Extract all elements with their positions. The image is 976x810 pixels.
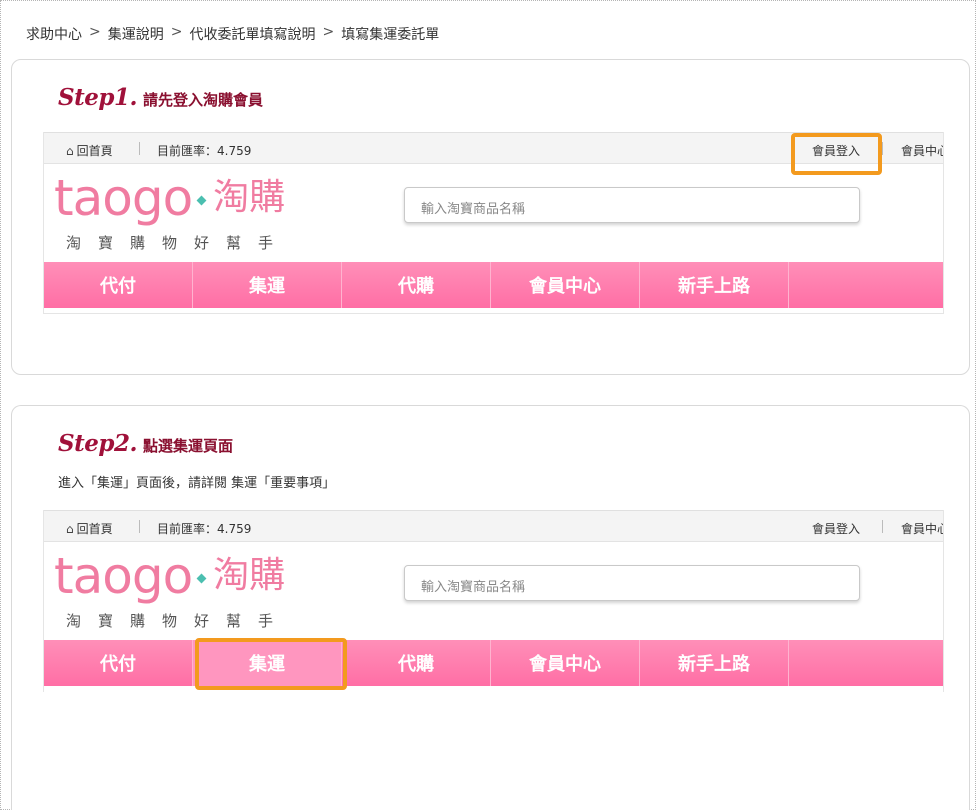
nav-item-empty [789,640,938,686]
home-label: 回首頁 [76,144,113,158]
nav-item-member-center[interactable]: 會員中心 [491,640,640,686]
nav-item-shipping[interactable]: 集運 [193,262,342,308]
product-search-input[interactable]: 輸入淘寶商品名稱 [404,187,860,223]
nav-item-pay[interactable]: 代付 [44,262,193,308]
home-icon: ⌂ [66,143,74,158]
nav-item-member-center[interactable]: 會員中心 [491,262,640,308]
breadcrumb-separator: > [170,24,183,40]
home-link[interactable]: ⌂ 回首頁 [66,520,113,537]
site-topbar: ⌂ 回首頁 目前匯率：4.759 會員登入 會員中心 [44,510,943,542]
nav-item-beginner-guide[interactable]: 新手上路 [640,640,789,686]
site-slogan: 淘寶購物好幫手 [66,234,291,252]
step1-title: 請先登入淘購會員 [142,91,263,109]
breadcrumb-current: 填寫集運委託單 [341,27,440,43]
breadcrumb-shipping-info[interactable]: 集運說明 [108,24,164,44]
nav-item-purchase[interactable]: 代購 [342,640,491,686]
taogo-logo[interactable]: taogo 淘購 [54,168,285,228]
step2-title: 點選集運頁面 [142,437,233,455]
logo-dot-icon [196,573,207,583]
breadcrumb: 求助中心 > 集運說明 > 代收委託單填寫說明 > 填寫集運委託單 [26,24,439,44]
divider [882,520,883,533]
step2-label: Step2. [58,430,137,457]
nav-item-beginner-guide[interactable]: 新手上路 [640,262,789,308]
divider [139,520,140,533]
logo-latin: taogo [54,547,193,605]
product-search-input[interactable]: 輸入淘寶商品名稱 [404,565,860,601]
member-center-link[interactable]: 會員中心 [901,142,943,159]
nav-item-purchase[interactable]: 代購 [342,262,491,308]
breadcrumb-separator: > [322,24,335,40]
member-login-link[interactable]: 會員登入 [812,520,860,537]
divider [882,142,883,155]
step2-heading: Step2. 點選集運頁面 [58,430,233,457]
step2-note: 進入「集運」頁面後，請詳閱 集運「重要事項」 [58,476,336,491]
step1-heading: Step1. 請先登入淘購會員 [58,84,263,111]
home-link[interactable]: ⌂ 回首頁 [66,142,113,159]
shipping-highlight-box [195,638,347,690]
member-center-link[interactable]: 會員中心 [901,520,943,537]
divider [139,142,140,155]
step2-card: Step2. 點選集運頁面 進入「集運」頁面後，請詳閱 集運「重要事項」 ⌂ 回… [11,405,970,810]
home-label: 回首頁 [76,522,113,536]
site-main-nav: 代付 集運 代購 會員中心 新手上路 [44,262,943,308]
step1-label: Step1. [58,84,137,111]
site-header: taogo 淘購 淘寶購物好幫手 輸入淘寶商品名稱 [44,164,943,262]
step2-site-screenshot: ⌂ 回首頁 目前匯率：4.759 會員登入 會員中心 taogo 淘購 淘寶購物… [43,510,944,692]
login-highlight-box [791,133,882,175]
site-header: taogo 淘購 淘寶購物好幫手 輸入淘寶商品名稱 [44,542,943,640]
taogo-logo[interactable]: taogo 淘購 [54,546,285,606]
home-icon: ⌂ [66,521,74,536]
exchange-rate: 目前匯率：4.759 [157,522,252,536]
site-slogan: 淘寶購物好幫手 [66,612,291,630]
logo-cjk: 淘購 [213,177,286,218]
breadcrumb-separator: > [89,24,101,40]
logo-latin: taogo [54,169,193,227]
logo-dot-icon [196,195,207,205]
logo-cjk: 淘購 [213,555,286,596]
step1-card: Step1. 請先登入淘購會員 ⌂ 回首頁 目前匯率：4.759 會員登入 會員… [11,59,970,375]
breadcrumb-order-form-info[interactable]: 代收委託單填寫說明 [189,24,315,44]
exchange-rate: 目前匯率：4.759 [157,144,252,158]
nav-item-empty [789,262,938,308]
breadcrumb-help-center[interactable]: 求助中心 [26,24,82,44]
site-main-nav: 代付 集運 代購 會員中心 新手上路 [44,640,943,686]
nav-item-pay[interactable]: 代付 [44,640,193,686]
